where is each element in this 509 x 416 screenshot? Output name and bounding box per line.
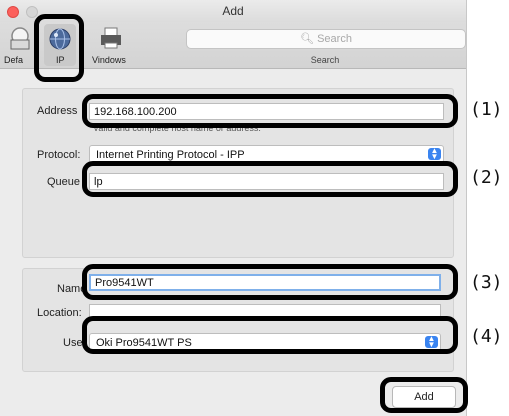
highlight-address [82,94,458,128]
callout-2: (2) [470,167,503,188]
use-label: Use [63,337,83,349]
callout-1: (1) [470,99,503,120]
select-arrows-icon: ▲ ▼ [428,147,441,161]
tab-windows-label: Vindows [92,55,126,65]
tab-windows[interactable] [96,25,124,53]
search-input[interactable]: 🔍︎ Search [186,29,466,49]
highlight-queue [82,161,458,197]
tab-default[interactable] [6,25,34,53]
callout-4: (4) [470,326,503,347]
default-printer-icon [10,27,30,50]
tab-default-label: Defa [4,55,24,65]
protocol-label: Protocol: [37,149,81,161]
queue-label: Queue [47,176,81,188]
search-caption: Search [310,55,340,65]
highlight-use [82,316,458,354]
highlight-add-button [380,377,468,413]
search-icon: 🔍︎ [300,33,315,45]
windows-printer-icon [101,27,121,49]
highlight-name [82,264,458,300]
highlight-ip-tab [34,14,84,82]
location-label: Location: [37,307,82,319]
callout-3: (3) [470,272,503,293]
address-label: Address [37,105,78,117]
